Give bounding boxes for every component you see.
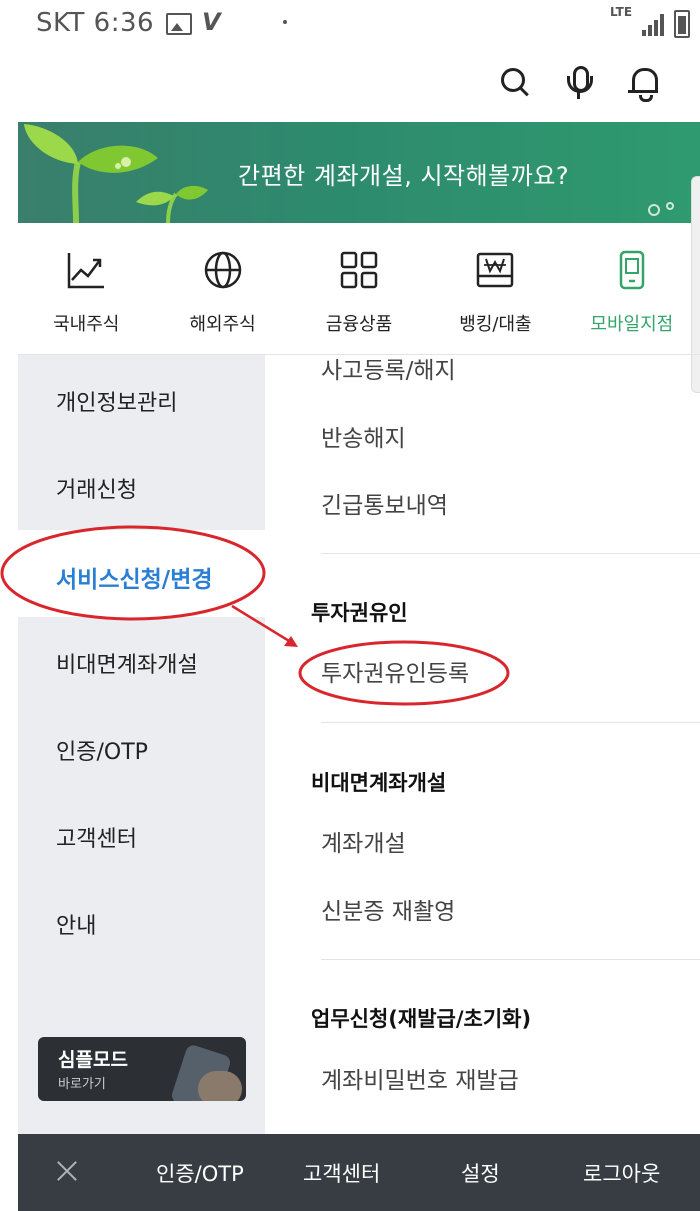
divider — [321, 959, 700, 960]
simple-mode-title: 심플모드 — [58, 1049, 128, 1071]
won-bank-icon — [477, 252, 514, 288]
microphone-icon[interactable] — [562, 62, 596, 102]
bubble-decoration-icon — [648, 202, 674, 216]
submenu-list: 사고등록/해지 반송해지 긴급통보내역 투자권유인 투자권유인등록 비대면계좌개… — [265, 355, 700, 1135]
bell-icon[interactable] — [626, 62, 660, 102]
category-nav: 국내주식 해외주식 금융상품 뱅킹/대출 모바일지점 — [18, 236, 700, 355]
divider — [321, 722, 700, 723]
sidebar-item-trade-request[interactable]: 거래신청 — [18, 442, 265, 529]
battery-icon — [674, 10, 690, 38]
network-type: LTE — [610, 5, 633, 19]
search-icon[interactable] — [498, 62, 532, 102]
sidebar-item-customer-center[interactable]: 고객센터 — [18, 791, 265, 878]
close-icon[interactable] — [52, 1156, 82, 1186]
sidebar-item-label: 고객센터 — [56, 827, 137, 852]
sidebar-item-label: 서비스신청/변경 — [56, 567, 213, 593]
category-label: 해외주식 — [189, 314, 256, 335]
grid-icon — [340, 251, 378, 289]
signal-icon — [642, 14, 666, 36]
category-banking-loan[interactable]: 뱅킹/대출 — [427, 236, 563, 354]
carrier-time: SKT 6:36 — [36, 8, 155, 38]
category-label: 국내주식 — [53, 314, 120, 335]
category-label: 모바일지점 — [590, 314, 674, 335]
notification-dot-icon — [283, 20, 287, 24]
line-chart-icon — [67, 253, 105, 289]
sidebar-item-label: 거래신청 — [56, 478, 137, 503]
category-label: 금융상품 — [325, 314, 393, 335]
category-financial-products[interactable]: 금융상품 — [291, 236, 427, 354]
promo-banner[interactable]: 간편한 계좌개설, 시작해볼까요? — [18, 122, 700, 223]
simple-mode-card[interactable]: 심플모드 바로가기 — [38, 1037, 246, 1101]
category-domestic-stock[interactable]: 국내주식 — [18, 236, 154, 354]
divider — [321, 553, 700, 554]
menu-item-urgent-notice[interactable]: 긴급통보내역 — [321, 486, 448, 520]
category-mobile-branch[interactable]: 모바일지점 — [564, 236, 700, 354]
menu-item-invest-solicitor-register[interactable]: 투자권유인등록 — [321, 654, 469, 688]
simple-mode-subtitle: 바로가기 — [58, 1077, 106, 1092]
sidebar-item-label: 안내 — [56, 914, 97, 939]
menu-item-return-cancel[interactable]: 반송해지 — [321, 419, 406, 453]
top-actions — [498, 62, 660, 106]
sidebar-item-auth-otp[interactable]: 인증/OTP — [18, 704, 265, 791]
sidebar-item-nonface-account[interactable]: 비대면계좌개설 — [18, 617, 265, 704]
image-notification-icon — [166, 13, 192, 35]
category-label: 뱅킹/대출 — [459, 314, 532, 335]
sidebar-item-label: 인증/OTP — [56, 740, 148, 765]
sidebar-item-label: 비대면계좌개설 — [56, 653, 198, 678]
v3-notification-icon: V — [202, 8, 221, 36]
menu-item-reshoot-id[interactable]: 신분증 재촬영 — [321, 892, 455, 926]
status-bar: SKT 6:36 V LTE — [0, 0, 700, 50]
globe-icon — [204, 251, 241, 289]
bottom-customer-center-button[interactable]: 고객센터 — [303, 1158, 380, 1188]
section-title-invest-solicitor: 투자권유인 — [311, 601, 408, 625]
hand-illustration-icon — [198, 1071, 242, 1101]
sidebar-item-service-change[interactable]: 서비스신청/변경 — [18, 530, 265, 617]
category-overseas-stock[interactable]: 해외주식 — [154, 236, 290, 354]
sidebar-item-personal-info[interactable]: 개인정보관리 — [18, 355, 265, 442]
sprout-illustration-icon — [24, 124, 208, 223]
section-title-business-request: 업무신청(재발급/초기화) — [311, 1007, 532, 1031]
section-title-nonface-account: 비대면계좌개설 — [311, 771, 447, 795]
sidebar-item-guide[interactable]: 안내 — [18, 878, 265, 965]
sidebar: 개인정보관리 거래신청 서비스신청/변경 비대면계좌개설 인증/OTP 고객센터… — [18, 355, 265, 1135]
menu-item-reissue-password[interactable]: 계좌비밀번호 재발급 — [321, 1061, 519, 1095]
mobile-phone-icon — [619, 250, 645, 290]
bottom-settings-button[interactable]: 설정 — [461, 1158, 500, 1188]
sidebar-item-label: 개인정보관리 — [56, 391, 178, 416]
menu-item-open-account[interactable]: 계좌개설 — [321, 824, 406, 858]
menu-item-accident-register[interactable]: 사고등록/해지 — [321, 355, 456, 385]
banner-text: 간편한 계좌개설, 시작해볼까요? — [238, 162, 570, 190]
bottom-logout-button[interactable]: 로그아웃 — [583, 1158, 660, 1188]
bottom-auth-otp-button[interactable]: 인증/OTP — [156, 1158, 244, 1188]
bottom-bar: 인증/OTP 고객센터 설정 로그아웃 — [18, 1134, 700, 1211]
